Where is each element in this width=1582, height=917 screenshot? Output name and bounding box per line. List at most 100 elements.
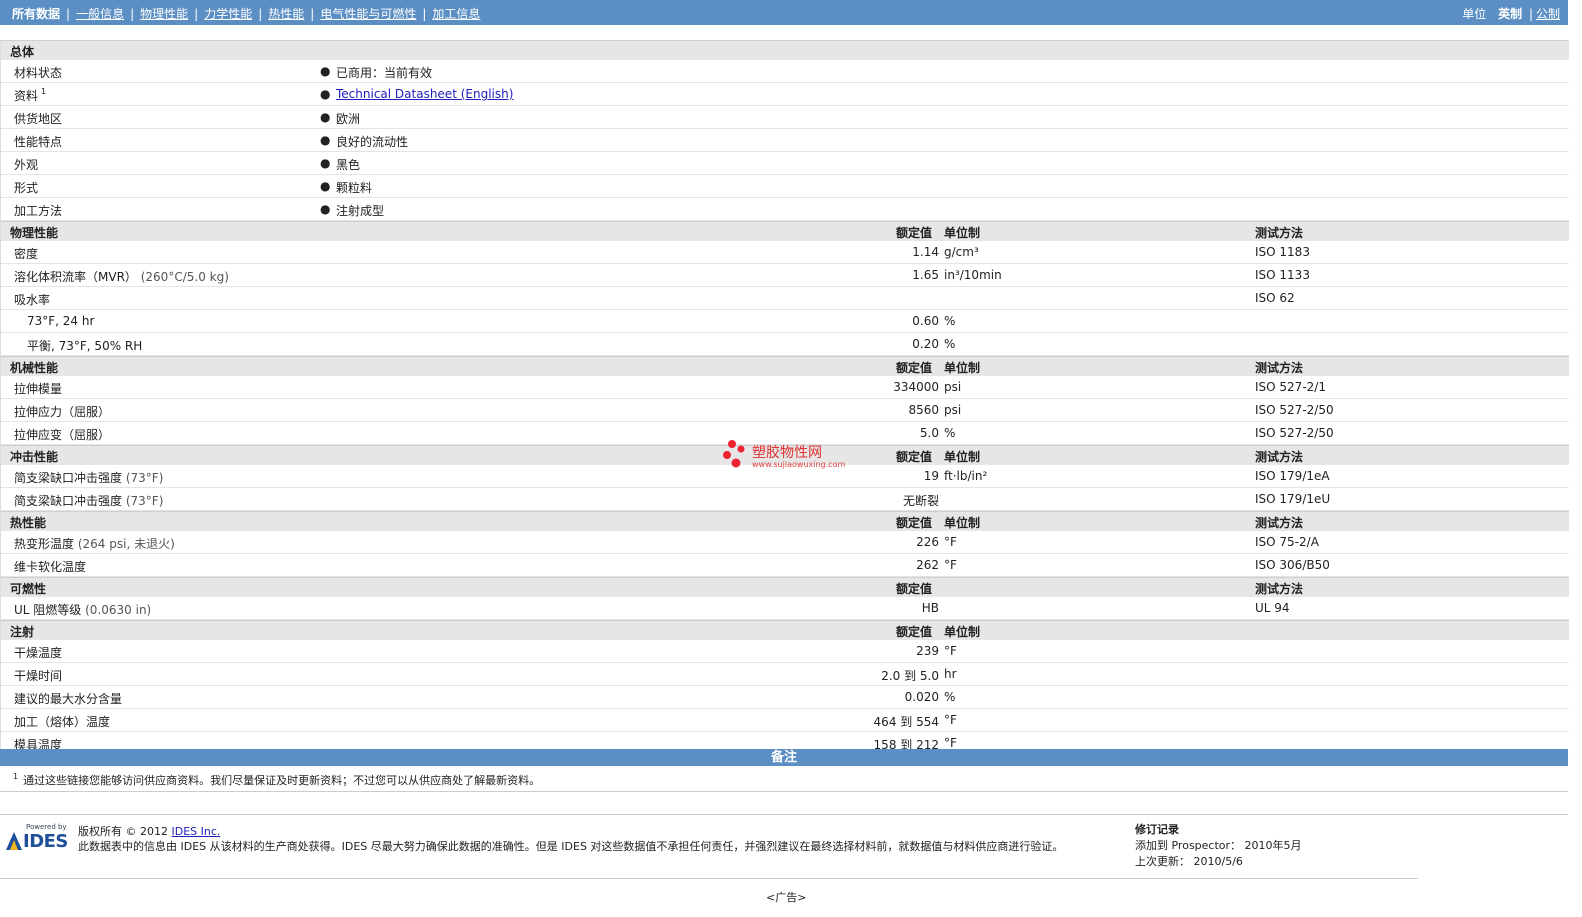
nav-processing[interactable]: 加工信息 — [432, 7, 480, 21]
unit-imperial[interactable]: 英制 — [1498, 7, 1522, 21]
row-label: 吸水率 — [14, 293, 51, 307]
table-row: 资料 1 ● Technical Datasheet (English) — [1, 83, 1569, 106]
row-method: ISO 1183 — [1255, 245, 1310, 259]
footnote-marker: 1 — [13, 772, 19, 781]
unit-separator: | — [1528, 7, 1533, 21]
row-unit: % — [944, 690, 956, 704]
row-value: HB — [921, 601, 939, 615]
row-label: 简支梁缺口冲击强度 (73°F) — [14, 492, 163, 509]
nav-general-info[interactable]: 一般信息 — [76, 7, 124, 21]
header-method: 测试方法 — [1255, 450, 1304, 464]
row-sublabel: 平衡, 73°F, 50% RH — [27, 339, 143, 353]
table-row: 平衡, 73°F, 50% RH 0.20% — [1, 333, 1569, 356]
ad-placeholder[interactable]: <广告> — [766, 889, 806, 905]
row-value: 262 — [916, 558, 939, 572]
row-unit: °F — [944, 736, 957, 750]
row-method: ISO 306/B50 — [1255, 558, 1330, 572]
label-text: 热变形温度 — [14, 537, 75, 551]
row-method: ISO 1133 — [1255, 268, 1310, 282]
row-value: 334000 — [893, 380, 939, 394]
row-label: 干燥温度 — [14, 646, 63, 660]
nav-physical[interactable]: 物理性能 — [140, 7, 188, 21]
row-method: ISO 527-2/50 — [1255, 403, 1334, 417]
section-mechanical: 机械性能 额定值 单位制 测试方法 — [1, 356, 1569, 376]
ides-logo: Powered by IDES — [6, 823, 70, 853]
row-value: 黑色 — [336, 158, 361, 172]
header-unit: 单位制 — [944, 625, 981, 639]
nav-mechanical[interactable]: 力学性能 — [204, 7, 252, 21]
row-value: 已商用：当前有效 — [336, 66, 433, 80]
label-text: 溶化体积流率（MVR） — [14, 270, 137, 284]
row-value: 0.60 — [912, 314, 939, 328]
table-row: 干燥温度 239 °F — [1, 640, 1569, 663]
section-title: 可燃性 — [10, 582, 47, 596]
nav-thermal[interactable]: 热性能 — [268, 7, 304, 21]
header-unit: 单位制 — [944, 516, 981, 530]
label-note: (73°F) — [125, 471, 164, 485]
nav-separator: | — [310, 7, 315, 21]
row-method: ISO 527-2/1 — [1255, 380, 1326, 394]
label-text: UL 阻燃等级 — [14, 603, 82, 617]
datasheet-link[interactable]: Technical Datasheet (English) — [336, 87, 513, 101]
row-value: 2.0 到 5.0 — [881, 669, 939, 683]
row-value: 0.20 — [912, 337, 939, 351]
row-unit: g/cm³ — [944, 245, 979, 259]
row-label: 热变形温度 (264 psi, 未退火) — [14, 535, 175, 552]
section-thermal: 热性能 额定值 单位制 测试方法 — [1, 511, 1569, 531]
row-method: ISO 179/1eA — [1255, 469, 1330, 483]
footnote: 1 通过这些链接您能够访问供应商资料。我们尽量保证及时更新资料；不过您可以从供应商… — [13, 772, 540, 788]
header-nominal: 额定值 — [896, 361, 933, 375]
table-row: 加工（熔体）温度 464 到 554 °F — [1, 709, 1569, 732]
bullet-icon: ● — [320, 87, 331, 101]
row-unit: % — [944, 314, 956, 328]
bullet-icon: ● — [320, 133, 331, 147]
header-unit: 单位制 — [944, 226, 981, 240]
row-label: 加工（熔体）温度 — [14, 715, 111, 729]
row-method: ISO 179/1eU — [1255, 492, 1331, 506]
row-value: 良好的流动性 — [336, 135, 409, 149]
section-injection: 注射 额定值 单位制 — [1, 620, 1569, 640]
nav-separator: | — [258, 7, 263, 21]
header-nominal: 额定值 — [896, 226, 933, 240]
footnote-text: 通过这些链接您能够访问供应商资料。我们尽量保证及时更新资料；不过您可以从供应商处… — [23, 774, 541, 787]
datasheet-table: 总体 材料状态 ● 已商用：当前有效 资料 1 ● Technical Datasheet… — [0, 40, 1569, 755]
row-value: 464 到 554 — [873, 715, 939, 729]
top-nav-bar: 所有数据 | 一般信息 | 物理性能 | 力学性能 | 热性能 | 电气性能与可燃性 | 加工信息 单位… — [0, 0, 1568, 25]
nav-all-data[interactable]: 所有数据 — [12, 7, 60, 21]
row-label: 材料状态 — [14, 66, 63, 80]
watermark-logo-icon — [723, 440, 745, 468]
label-note: (264 psi, 未退火) — [77, 537, 175, 551]
row-label: 拉伸应力（屈服） — [14, 405, 111, 419]
row-unit: ft·lb/in² — [944, 469, 988, 483]
table-row: 拉伸模量 334000 psi ISO 527-2/1 — [1, 376, 1569, 399]
header-method: 测试方法 — [1255, 516, 1304, 530]
disclaimer-text: 此数据表中的信息由 IDES 从该材料的生产商处获得。IDES 尽最大努力确保此… — [78, 840, 1064, 853]
row-value: 239 — [916, 644, 939, 658]
table-row: UL 阻燃等级 (0.0630 in) HB UL 94 — [1, 597, 1569, 620]
label-note: (73°F) — [125, 494, 164, 508]
row-value: 19 — [923, 469, 939, 483]
bullet-icon: ● — [320, 110, 331, 124]
row-unit: psi — [944, 380, 962, 394]
row-label: 加工方法 — [14, 204, 63, 218]
watermark-text: 塑胶物性网 — [752, 445, 822, 461]
row-label: 干燥时间 — [14, 669, 63, 683]
section-physical: 物理性能 额定值 单位制 测试方法 — [1, 221, 1569, 241]
company-link[interactable]: IDES Inc. — [172, 825, 221, 838]
table-row: 简支梁缺口冲击强度 (73°F) 无断裂 ISO 179/1eU — [1, 488, 1569, 511]
header-method: 测试方法 — [1255, 226, 1304, 240]
section-nav: 所有数据 | 一般信息 | 物理性能 | 力学性能 | 热性能 | 电气性能与可燃性 | 加工信息 — [12, 5, 480, 22]
table-row: 加工方法 ● 注射成型 — [1, 198, 1569, 221]
label-text: 简支梁缺口冲击强度 — [14, 494, 123, 508]
row-value: 1.14 — [912, 245, 939, 259]
header-method: 测试方法 — [1255, 582, 1304, 596]
section-title: 冲击性能 — [10, 450, 59, 464]
table-row: 溶化体积流率（MVR） (260°C/5.0 kg) 1.65 in³/10min I… — [1, 264, 1569, 287]
divider — [0, 814, 1568, 815]
section-title: 注射 — [10, 625, 35, 639]
table-row: 建议的最大水分含量 0.020% — [1, 686, 1569, 709]
unit-metric[interactable]: 公制 — [1536, 7, 1560, 21]
row-label: UL 阻燃等级 (0.0630 in) — [14, 601, 151, 618]
nav-electrical-flammability[interactable]: 电气性能与可燃性 — [320, 7, 416, 21]
divider — [0, 878, 1418, 879]
